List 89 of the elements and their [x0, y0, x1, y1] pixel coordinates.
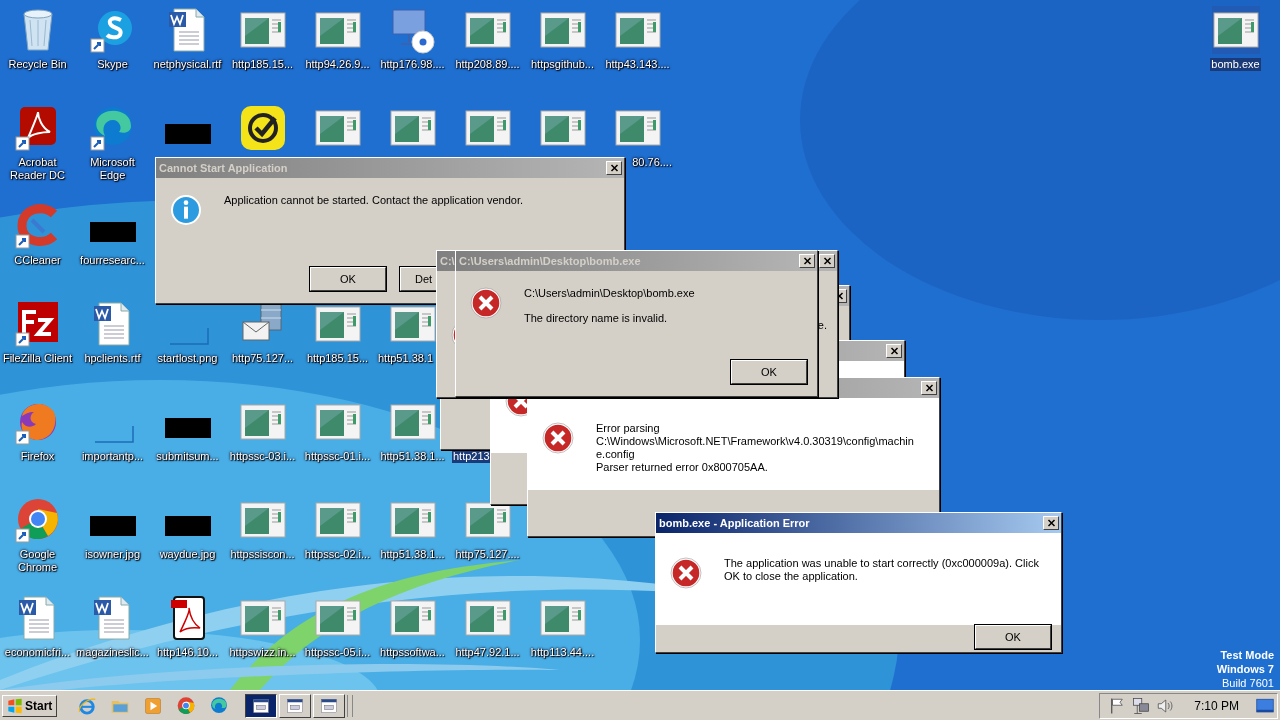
desktop-icon-label[interactable]: Microsoft Edge: [75, 156, 150, 182]
desktop-icon-label[interactable]: waydue.jpg: [158, 548, 217, 561]
os-notice-text: Windows 7: [1216, 662, 1274, 676]
close-icon: [609, 164, 619, 172]
network-icon[interactable]: [1132, 696, 1151, 715]
desktop-icon-label[interactable]: http113.44....: [529, 646, 596, 659]
clock-text[interactable]: 7:10 PM: [1194, 698, 1239, 713]
start-button[interactable]: Start: [2, 694, 58, 717]
desktop-icon-label[interactable]: http94.26.9...: [304, 58, 371, 71]
close-icon: [1046, 519, 1056, 527]
desktop-icon-label[interactable]: submitsum...: [155, 450, 220, 463]
message-text: The application was unable to start correctly (0xc000009a). Click: [724, 557, 1039, 570]
desktop-icon-label[interactable]: http208.89....: [454, 58, 521, 71]
desktop-icon-label[interactable]: httpssc-05.i...: [303, 646, 372, 659]
desktop-icon-label[interactable]: httpssc-03.i...: [228, 450, 297, 463]
os-notice-text: Test Mode: [1219, 648, 1274, 662]
message-text: OK to close the application.: [724, 570, 859, 583]
close-button[interactable]: [819, 254, 835, 268]
desktop-icon-label[interactable]: http51.38.1: [377, 352, 435, 365]
os-notice-text: Build 7601: [1221, 676, 1274, 690]
close-button[interactable]: [1043, 516, 1059, 530]
error-icon: [670, 557, 702, 589]
close-icon: [924, 384, 934, 392]
message-text: e.config: [596, 448, 636, 461]
speaker-icon[interactable]: [1156, 696, 1175, 715]
close-icon: [822, 257, 832, 265]
message-text: C:\Windows\Microsoft.NET\Framework\v4.0.30319\config\machin: [596, 435, 914, 448]
desktop-icon-label[interactable]: Google Chrome: [0, 548, 75, 574]
close-icon: [889, 347, 899, 355]
desktop-icon-label[interactable]: fourresearc...: [79, 254, 146, 267]
desktop-icon-label[interactable]: Recycle Bin: [7, 58, 68, 71]
desktop-icon-label[interactable]: hpclients.rtf: [83, 352, 142, 365]
windows-logo-icon: [7, 697, 23, 714]
info-icon: [170, 194, 202, 226]
desktop-icon-label[interactable]: http176.98....: [379, 58, 446, 71]
message-text: Application cannot be started. Contact the application vendor.: [224, 194, 524, 207]
app-window-icon: [286, 696, 305, 715]
message-text: Parser returned error 0x800705AA.: [596, 461, 769, 474]
app-window-icon: [252, 696, 271, 715]
desktop-icon-label[interactable]: http51.38.1...: [379, 450, 446, 463]
message-text: C:\Users\admin\Desktop\bomb.exe: [524, 287, 695, 300]
desktop-icon-label[interactable]: CCleaner: [13, 254, 62, 267]
taskbar-button[interactable]: [245, 693, 278, 718]
desktop-icon-label[interactable]: FileZilla Client: [1, 352, 74, 365]
desktop-icon-label[interactable]: Skype: [96, 58, 129, 71]
close-button[interactable]: [921, 381, 937, 395]
desktop-icon-label[interactable]: Firefox: [19, 450, 56, 463]
desktop-icon-label[interactable]: http185.15...: [305, 352, 370, 365]
desktop-icon-label[interactable]: http75.127...: [230, 352, 295, 365]
desktop-icon-label[interactable]: Acrobat Reader DC: [0, 156, 75, 182]
window-title: C:\: [440, 255, 455, 267]
app-window-icon: [320, 696, 339, 715]
close-icon: [802, 257, 812, 265]
round-logo-icon[interactable]: [176, 695, 197, 716]
desktop-icon-label[interactable]: economicfri...: [3, 646, 72, 659]
message-text: The directory name is invalid.: [524, 312, 669, 325]
desktop-icon-label[interactable]: isowner.jpg: [83, 548, 141, 561]
dialog-button[interactable]: OK: [310, 267, 386, 291]
desktop-icon-label[interactable]: importantp...: [80, 450, 145, 463]
dialog-button[interactable]: OK: [731, 360, 807, 384]
desktop-icon-label[interactable]: startlost.png: [156, 352, 219, 365]
play-icon[interactable]: [143, 695, 164, 716]
desktop-icon-label[interactable]: netphysical.rtf: [152, 58, 223, 71]
desktop-icon-label[interactable]: httpsgithub...: [530, 58, 595, 71]
desktop-icon-label[interactable]: httpssc-02.i...: [303, 548, 372, 561]
window-title: C:\Users\admin\Desktop\bomb.exe: [459, 255, 641, 267]
close-button[interactable]: [886, 344, 902, 358]
dialog-button[interactable]: OK: [975, 625, 1051, 649]
desktop-icon-label[interactable]: httpssoftwa...: [379, 646, 446, 659]
close-button[interactable]: [606, 161, 622, 175]
desktop-icon-label[interactable]: http146.10...: [155, 646, 220, 659]
desktop-icon-label[interactable]: httpssiscon...: [229, 548, 296, 561]
window-title: Cannot Start Application: [159, 162, 288, 174]
show-desktop-icon[interactable]: [1255, 696, 1275, 715]
desktop-icon-label[interactable]: 80.76....: [631, 156, 673, 169]
desktop-icon-label[interactable]: http43.143....: [604, 58, 671, 71]
window-title: bomb.exe - Application Error: [659, 517, 810, 529]
check-mark-icon[interactable]: [238, 104, 287, 152]
desktop-icon-label[interactable]: http47.92.1...: [454, 646, 521, 659]
close-button[interactable]: [799, 254, 815, 268]
swirl-icon[interactable]: [209, 695, 230, 716]
desktop-icon-label[interactable]: http75.127....: [454, 548, 521, 561]
desktop-icon-label[interactable]: http51.38.1...: [379, 548, 446, 561]
desktop-icon-label[interactable]: bomb.exe: [1210, 58, 1261, 71]
desktop-icon-label[interactable]: httpssc-01.i...: [303, 450, 372, 463]
error-icon: [470, 287, 502, 319]
error-icon: [542, 422, 574, 454]
message-text: Error parsing: [596, 422, 661, 435]
desktop-icon-label[interactable]: http185.15...: [230, 58, 295, 71]
